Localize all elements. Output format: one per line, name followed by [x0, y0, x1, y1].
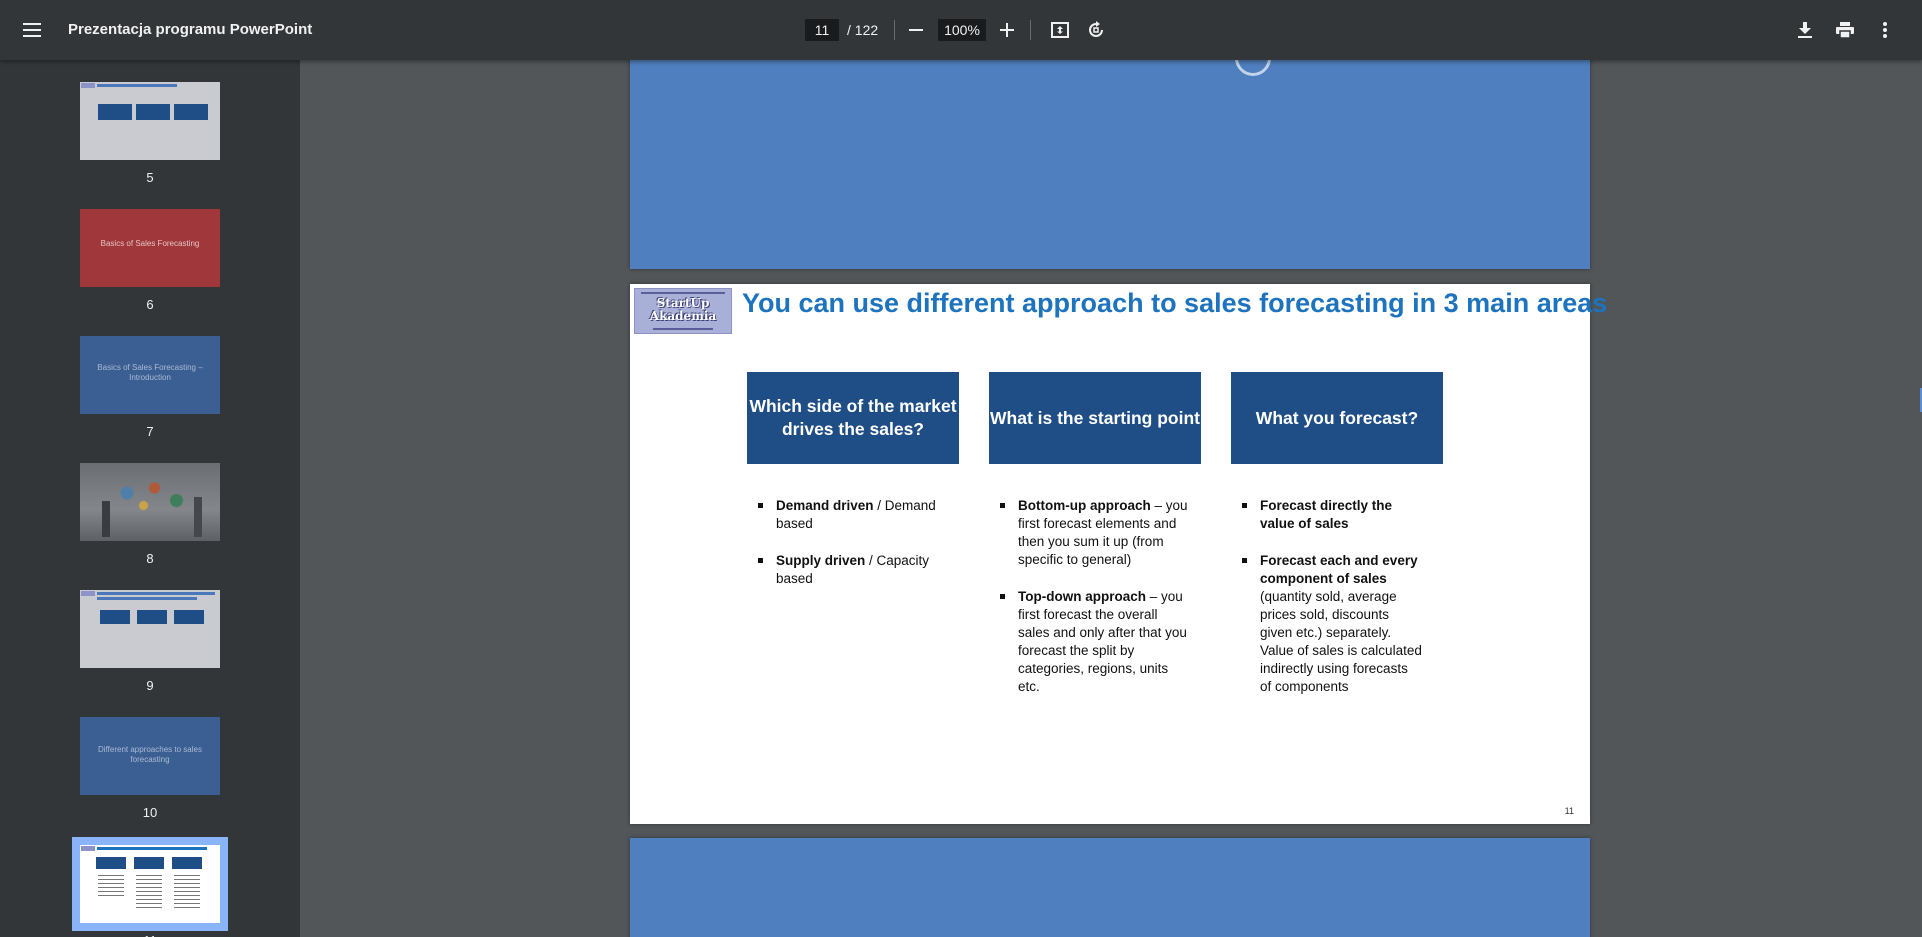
plus-icon — [1000, 23, 1014, 37]
bullet-text: – you first forecast the overall sales a… — [1018, 589, 1187, 694]
thumbnail-page-6[interactable]: Basics of Sales Forecasting — [80, 209, 220, 287]
bullet-list-what-forecast: Forecast directly the value of sales For… — [1242, 497, 1422, 715]
thumbnail-logo — [81, 846, 95, 851]
zoom-out-button[interactable] — [902, 16, 930, 44]
bullet-item: Bottom-up approach – you first forecast … — [1000, 497, 1190, 569]
download-button[interactable] — [1791, 16, 1819, 44]
thumbnail-text: Different approaches to sales forecastin… — [98, 745, 202, 764]
more-vert-icon — [1883, 22, 1887, 38]
thumbnail-box — [174, 104, 208, 120]
page-10 — [630, 60, 1590, 269]
download-icon — [1798, 22, 1812, 38]
thumbnail-title-line — [97, 847, 207, 850]
zoom-in-button[interactable] — [993, 16, 1021, 44]
bullet-item: Supply driven / Capacity based — [758, 552, 948, 588]
thumbnail-number: 10 — [142, 805, 158, 820]
bullet-item: Forecast directly the value of sales — [1242, 497, 1422, 533]
more-actions-button[interactable] — [1871, 16, 1899, 44]
logo-top-strip — [641, 292, 725, 294]
thumbnail-title-line — [97, 592, 215, 595]
slide-page-number: 11 — [1564, 806, 1574, 816]
thumbnail-page-7[interactable]: Basics of Sales Forecasting – Introducti… — [80, 336, 220, 414]
page-indicator: / 122 — [805, 19, 878, 41]
bullet-item: Forecast each and every component of sal… — [1242, 552, 1422, 696]
column-heading-market-side: Which side of the market drives the sale… — [747, 372, 959, 464]
thumbnail-person — [102, 501, 110, 537]
thumbnail-box — [172, 857, 202, 869]
thumbnail-title-line — [97, 597, 197, 600]
column-heading-starting-point: What is the starting point — [989, 372, 1201, 464]
thumbnail-box — [137, 610, 167, 624]
bullet-bold: Supply driven — [776, 553, 866, 568]
thumbnail-box — [100, 610, 130, 624]
toolbar-divider — [1030, 20, 1031, 40]
thumbnail-number: 6 — [146, 297, 154, 312]
thumbnail-number: 5 — [146, 170, 154, 185]
thumbnail-number: 7 — [146, 424, 154, 439]
thumbnail-number: 11 — [80, 933, 220, 937]
thumbnail-page-10[interactable]: Different approaches to sales forecastin… — [80, 717, 220, 795]
thumbnail-text-lines — [136, 875, 162, 909]
thumbnail-box — [136, 104, 170, 120]
thumbnail-text-lines — [174, 875, 200, 911]
bullet-bold: Forecast directly the value of sales — [1260, 498, 1393, 531]
bullet-text: (quantity sold, average prices sold, dis… — [1260, 589, 1422, 694]
thumbnail-number: 8 — [146, 551, 154, 566]
thumbnail-box — [96, 857, 126, 869]
menu-icon — [23, 23, 41, 37]
fit-to-page-icon — [1051, 22, 1069, 38]
fit-to-page-button[interactable] — [1046, 16, 1074, 44]
bullet-list-starting-point: Bottom-up approach – you first forecast … — [1000, 497, 1190, 715]
thumbnail-box — [134, 857, 164, 869]
thumbnail-text: Basics of Sales Forecasting — [100, 239, 200, 248]
menu-button[interactable] — [18, 16, 46, 44]
slide-title: You can use different approach to sales … — [742, 288, 1608, 318]
thumbnail-page-9[interactable] — [80, 590, 220, 668]
pdf-toolbar: Prezentacja programu PowerPoint / 122 — [0, 0, 1922, 60]
rotate-button[interactable] — [1082, 16, 1110, 44]
total-pages: / 122 — [847, 22, 879, 38]
print-button[interactable] — [1831, 16, 1859, 44]
thumbnail-person — [194, 497, 202, 537]
bullet-bold: Demand driven — [776, 498, 874, 513]
column-heading-what-forecast: What you forecast? — [1231, 372, 1443, 464]
thumbnail-box — [98, 104, 132, 120]
thumbnail-logo — [81, 83, 95, 88]
thumbnail-box — [174, 610, 204, 624]
document-viewer[interactable]: StartUp Akademia You can use different a… — [300, 60, 1922, 937]
bullet-bold: Top-down approach — [1018, 589, 1146, 604]
page-number-input[interactable] — [805, 19, 839, 41]
logo-bottom-strip — [653, 328, 713, 330]
thumbnail-text-lines — [98, 875, 124, 897]
toolbar-divider — [894, 20, 895, 40]
thumbnail-page-5[interactable] — [80, 82, 220, 160]
bullet-bold: Forecast each and every component of sal… — [1260, 553, 1418, 586]
thumbnail-number: 9 — [146, 678, 154, 693]
thumbnail-image-content — [94, 473, 204, 523]
bullet-bold: Bottom-up approach — [1018, 498, 1151, 513]
thumbnail-page-8[interactable] — [80, 463, 220, 541]
thumbnail-title-line — [97, 84, 177, 87]
bullet-list-market-side: Demand driven / Demand based Supply driv… — [758, 497, 948, 607]
zoom-level-input[interactable] — [938, 19, 986, 41]
thumbnail-page-11[interactable] — [80, 845, 220, 923]
page-12 — [630, 838, 1590, 937]
thumbnail-sidebar: 5 Basics of Sales Forecasting 6 Basics o… — [0, 60, 300, 937]
bullet-item: Top-down approach – you first forecast t… — [1000, 588, 1190, 696]
print-icon — [1836, 22, 1854, 38]
logo-text: StartUp Akademia — [649, 296, 717, 323]
page-11: StartUp Akademia You can use different a… — [630, 284, 1607, 824]
thumbnail-text: Basics of Sales Forecasting – Introducti… — [97, 363, 203, 382]
slide-decoration — [1227, 60, 1279, 84]
document-title: Prezentacja programu PowerPoint — [68, 21, 313, 38]
rotate-icon — [1089, 21, 1103, 37]
minus-icon — [909, 29, 923, 31]
startup-akademia-logo: StartUp Akademia — [634, 288, 732, 334]
thumbnail-logo — [81, 591, 95, 596]
bullet-item: Demand driven / Demand based — [758, 497, 948, 533]
